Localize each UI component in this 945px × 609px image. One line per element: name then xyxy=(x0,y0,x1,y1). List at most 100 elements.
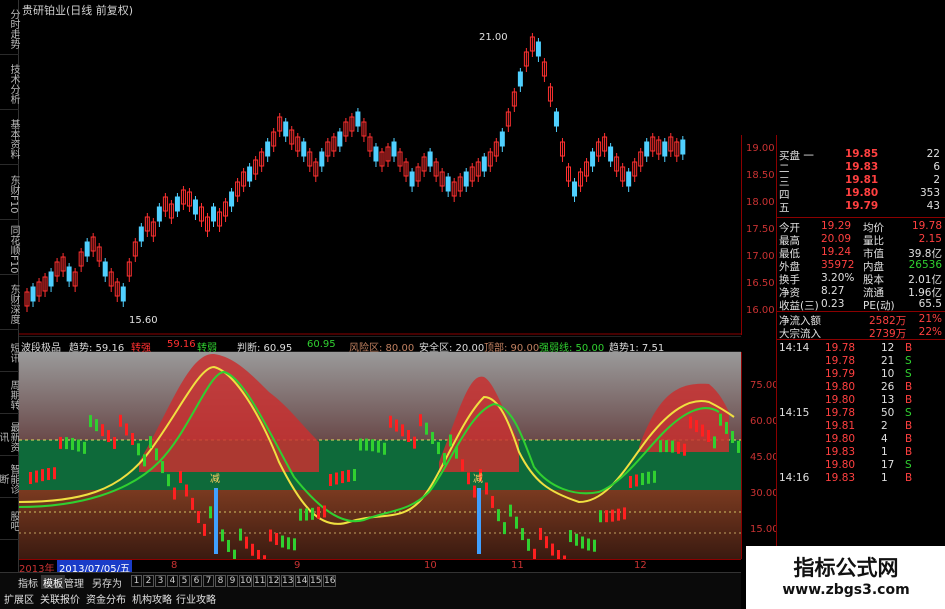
ask-vol: 22 xyxy=(926,148,940,160)
signal-bar xyxy=(245,536,248,549)
signal-bar xyxy=(83,441,86,454)
tab-num-4[interactable]: 4 xyxy=(167,575,178,587)
month-label-4: 12 xyxy=(634,560,647,571)
tick-row-7: 19.80 4 B xyxy=(777,433,945,446)
signal-bar xyxy=(329,473,332,486)
tab-row1-2[interactable]: 管理 xyxy=(64,575,84,590)
left-tab-10[interactable]: 股吧 xyxy=(0,498,19,540)
candle-body xyxy=(553,111,559,127)
tick-vol: 1 xyxy=(881,472,888,484)
tab-num-1[interactable]: 1 xyxy=(131,575,142,587)
signal-bar xyxy=(491,495,494,508)
signal-bar xyxy=(443,452,446,465)
tab-num-12[interactable]: 12 xyxy=(267,575,280,587)
tick-price: 19.80 xyxy=(825,394,856,406)
tab-num-13[interactable]: 13 xyxy=(281,575,294,587)
signal-bar xyxy=(539,527,542,540)
candle-body xyxy=(608,146,614,162)
tab-row2-4[interactable]: 行业攻略 xyxy=(176,591,216,606)
tab-num-7[interactable]: 7 xyxy=(203,575,214,587)
signal-bar xyxy=(251,543,254,556)
left-tab-8[interactable]: 最新资讯 xyxy=(0,414,19,456)
signal-bar xyxy=(419,414,422,427)
signal-bar xyxy=(431,431,434,444)
signal-bar xyxy=(179,471,182,484)
signal-bar xyxy=(665,440,668,453)
signal-bar xyxy=(515,516,518,529)
signal-bar xyxy=(317,506,320,519)
tab-row2-2[interactable]: 资金分布 xyxy=(86,591,126,606)
tick-side: B xyxy=(905,433,913,445)
stat-val-1: 19.29 xyxy=(821,220,852,232)
left-tab-0[interactable]: 分时走势 xyxy=(0,0,19,55)
signal-bar xyxy=(569,530,572,543)
tab-num-5[interactable]: 5 xyxy=(179,575,190,587)
tab-num-2[interactable]: 2 xyxy=(143,575,154,587)
tab-row2-1[interactable]: 关联报价 xyxy=(40,591,80,606)
price-tick-5: 16.50 xyxy=(746,278,775,289)
bottom-tabs-row: 扩展区 关联报价 资金分布 机构攻略 行业攻略 xyxy=(0,589,741,609)
tick-side: B xyxy=(905,342,913,354)
left-tab-1[interactable]: 技术分析 xyxy=(0,55,19,110)
left-tab-5[interactable]: 东财深度 xyxy=(0,275,19,330)
signal-bar xyxy=(581,536,584,549)
tab-num-6[interactable]: 6 xyxy=(191,575,202,587)
month-label-3: 11 xyxy=(511,560,524,571)
ask-row-4: 五 19.79 43 xyxy=(777,200,945,214)
signal-bar xyxy=(485,482,488,495)
tab-row2-3[interactable]: 机构攻略 xyxy=(132,591,172,606)
tab-num-11[interactable]: 11 xyxy=(253,575,266,587)
tab-num-3[interactable]: 3 xyxy=(155,575,166,587)
indicator-tick-1: 60.00 xyxy=(750,416,779,427)
stat-val-2: 65.5 xyxy=(918,298,942,310)
signal-bar xyxy=(365,438,368,451)
watermark-url: www.zbgs3.com xyxy=(782,582,910,598)
candle-body xyxy=(48,271,54,287)
tick-vol: 21 xyxy=(881,355,895,367)
tab-row1-0[interactable]: 指标 xyxy=(18,575,38,590)
month-label-1: 9 xyxy=(294,560,301,571)
tick-side: B xyxy=(905,472,913,484)
tab-num-16[interactable]: 16 xyxy=(323,575,336,587)
tab-num-8[interactable]: 8 xyxy=(215,575,226,587)
indicator-tick-2: 45.00 xyxy=(750,452,779,463)
candle-body xyxy=(301,141,307,157)
left-tab-4[interactable]: 同花顺F10 xyxy=(0,220,19,275)
tab-num-14[interactable]: 14 xyxy=(295,575,308,587)
left-tab-9[interactable]: 智能诊断 xyxy=(0,456,19,498)
tab-row1-1[interactable]: 模板 xyxy=(41,575,65,590)
tick-side: S xyxy=(905,368,912,380)
tab-row2-0[interactable]: 扩展区 xyxy=(4,591,34,606)
signal-bar xyxy=(611,509,614,522)
left-tab-2[interactable]: 基本资料 xyxy=(0,110,19,165)
tab-row1-3[interactable]: 另存为 xyxy=(92,575,122,590)
ask-row-0: 买盘 一 19.85 22 xyxy=(777,148,945,162)
ask-vol: 6 xyxy=(933,161,940,173)
tab-num-10[interactable]: 10 xyxy=(239,575,252,587)
ask-label: 五 xyxy=(779,202,790,214)
left-tab-3[interactable]: 东财F10 xyxy=(0,165,19,220)
tick-time: 14:16 xyxy=(779,472,810,484)
signal-bar xyxy=(503,522,506,535)
signal-bar xyxy=(689,416,692,429)
signal-bar xyxy=(197,511,200,524)
ask-row-2: 三 19.81 2 xyxy=(777,174,945,188)
kline-chart[interactable]: 21.00 15.60 xyxy=(19,0,741,335)
indicator-legend-3: 59.16 xyxy=(167,339,196,350)
candle-body xyxy=(590,151,596,167)
signal-bar xyxy=(701,424,704,437)
left-tab-7[interactable]: 周期转 xyxy=(0,372,19,414)
safe-zone-bg xyxy=(19,490,741,559)
candle-body xyxy=(84,241,90,257)
tab-num-9[interactable]: 9 xyxy=(227,575,238,587)
tick-side: S xyxy=(905,355,912,367)
signal-bar xyxy=(629,475,632,488)
candle-body xyxy=(427,151,433,167)
month-label-0: 8 xyxy=(171,560,178,571)
candle-body xyxy=(337,131,343,147)
left-tab-6[interactable]: 短讯 xyxy=(0,330,19,372)
indicator-chart[interactable]: 减减 xyxy=(19,352,741,559)
tab-num-15[interactable]: 15 xyxy=(309,575,322,587)
signal-bar xyxy=(731,430,734,443)
month-label-2: 10 xyxy=(424,560,437,571)
